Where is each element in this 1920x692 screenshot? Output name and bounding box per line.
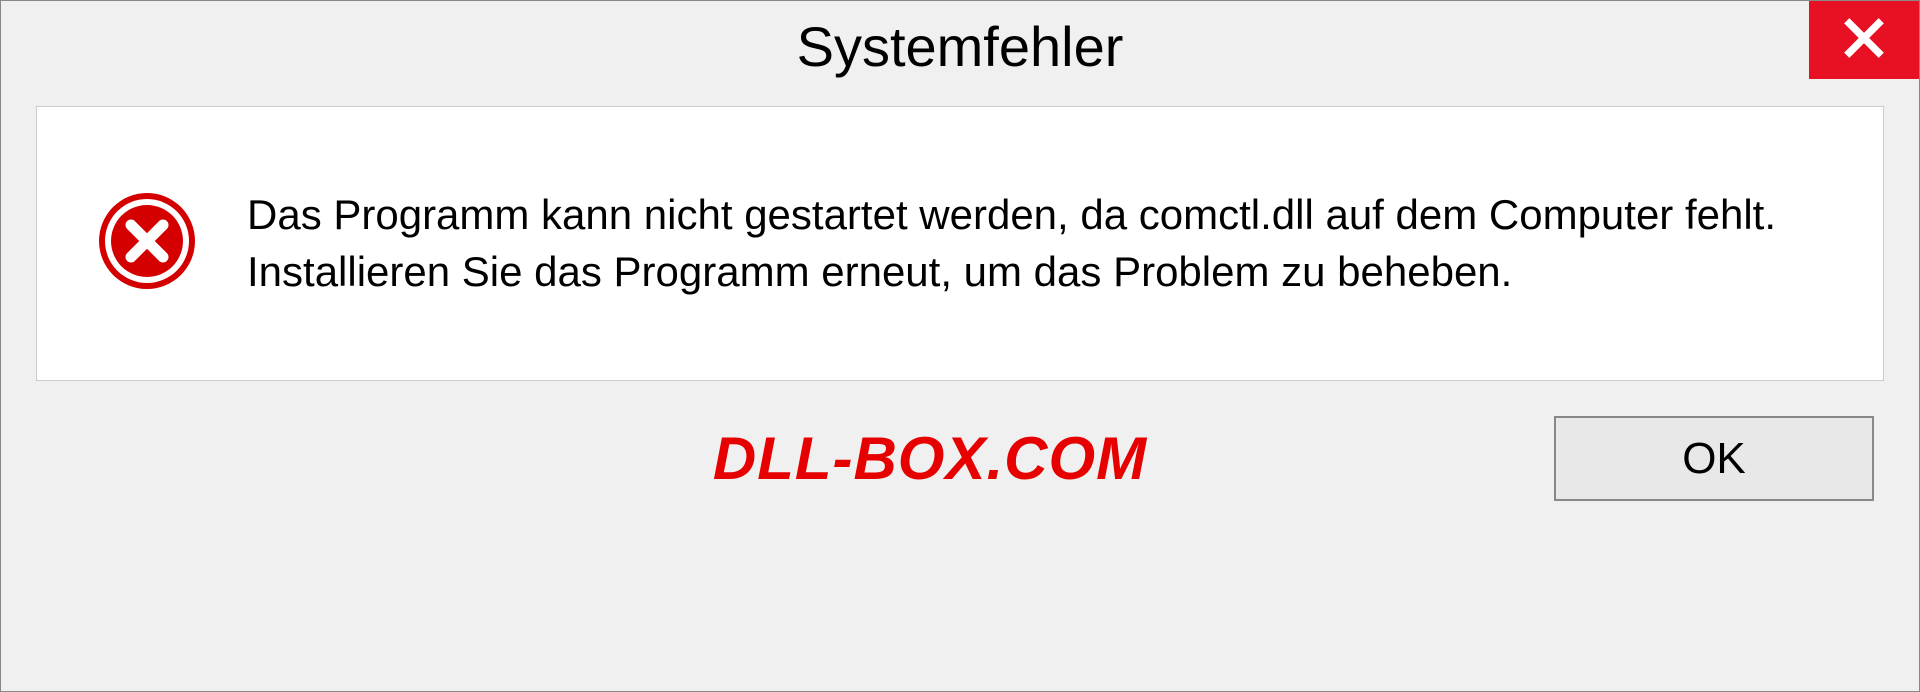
- close-button[interactable]: [1809, 1, 1919, 79]
- ok-button[interactable]: OK: [1554, 416, 1874, 501]
- error-message: Das Programm kann nicht gestartet werden…: [247, 187, 1823, 300]
- ok-button-label: OK: [1682, 434, 1746, 484]
- error-icon: [97, 191, 197, 296]
- dialog-title: Systemfehler: [797, 14, 1124, 79]
- dialog-content: Das Programm kann nicht gestartet werden…: [36, 106, 1884, 381]
- close-icon: [1842, 16, 1886, 65]
- titlebar: Systemfehler: [1, 1, 1919, 91]
- dialog-footer: DLL-BOX.COM OK: [1, 406, 1919, 541]
- watermark-text: DLL-BOX.COM: [346, 424, 1514, 493]
